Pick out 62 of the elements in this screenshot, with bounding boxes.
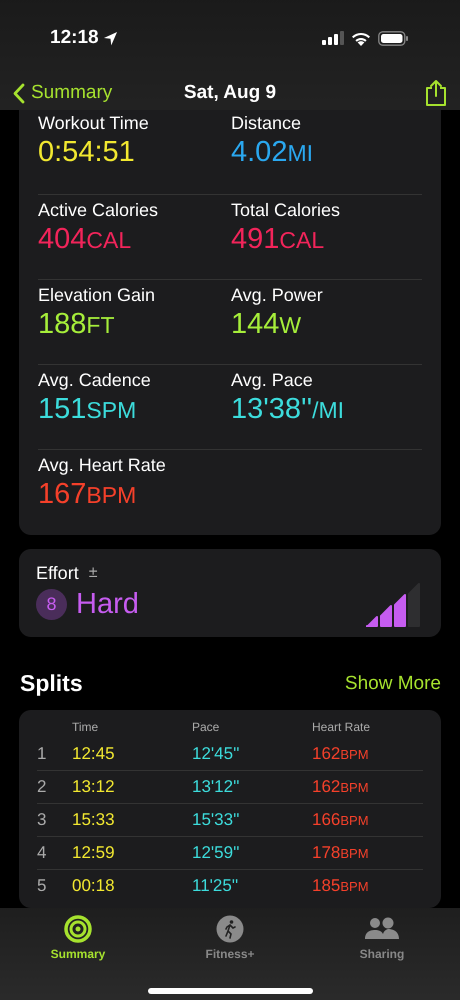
split-time: 12:59	[72, 842, 115, 863]
column-header: Heart Rate	[312, 720, 370, 734]
split-number: 3	[37, 810, 46, 830]
metric-value: 167BPM	[38, 478, 136, 511]
split-pace: 12'45''	[192, 744, 240, 764]
split-time: 12:45	[72, 744, 115, 764]
metric-value: 144W	[231, 308, 302, 341]
location-arrow-icon	[102, 30, 118, 46]
tab-item[interactable]: Fitness+	[172, 914, 288, 969]
metric-label: Avg. Cadence	[38, 370, 151, 391]
split-time: 00:18	[72, 876, 115, 896]
share-button[interactable]	[424, 79, 448, 107]
split-heart-rate: 178BPM	[312, 842, 369, 863]
page-title: Sat, Aug 9	[184, 82, 276, 103]
metric-label: Total Calories	[231, 200, 340, 221]
split-heart-rate: 162BPM	[312, 776, 369, 797]
column-header: Time	[72, 720, 98, 734]
split-time: 13:12	[72, 776, 115, 797]
status-time: 12:18	[50, 27, 118, 49]
plus-minus-icon: ±	[88, 564, 98, 582]
tab-item[interactable]: Sharing	[324, 914, 440, 969]
split-pace: 12'59''	[192, 842, 240, 863]
split-number: 4	[37, 842, 46, 863]
metric-value: 13'38''/MI	[231, 392, 344, 426]
split-heart-rate: 185BPM	[312, 876, 369, 896]
metric-value: 4.02MI	[231, 136, 314, 169]
split-number: 5	[37, 876, 46, 896]
split-heart-rate: 166BPM	[312, 810, 369, 830]
effort-score: 8	[36, 588, 67, 620]
metric-label: Active Calories	[38, 200, 158, 221]
metric-value: 188FT	[38, 308, 114, 341]
split-pace: 11'25''	[192, 876, 238, 896]
tab-item[interactable]: Summary	[20, 914, 136, 969]
metric-label: Avg. Power	[231, 284, 323, 306]
split-heart-rate: 162BPM	[312, 744, 369, 764]
effort-rating: Hard	[76, 588, 139, 621]
signal-icon	[322, 31, 344, 45]
share-icon	[424, 79, 448, 107]
split-pace: 13'12''	[192, 776, 240, 797]
split-number: 2	[37, 776, 46, 797]
split-pace: 15'33''	[192, 810, 240, 830]
chevron-left-icon	[12, 82, 25, 104]
metric-label: Avg. Heart Rate	[38, 454, 166, 476]
split-number: 1	[37, 744, 46, 764]
metric-value: 491CAL	[231, 222, 324, 256]
metric-value: 151SPM	[38, 392, 136, 426]
metric-label: Workout Time	[38, 112, 149, 134]
column-header: Pace	[192, 720, 220, 734]
section-title: Splits	[20, 670, 83, 698]
show-more-link[interactable]: Show More	[344, 672, 441, 695]
effort-label: Effort	[36, 562, 79, 584]
battery-icon	[378, 30, 408, 46]
metric-label: Distance	[231, 112, 302, 134]
metric-label: Elevation Gain	[38, 284, 156, 306]
metric-value: 404CAL	[38, 222, 132, 256]
back-button[interactable]: Summary	[12, 82, 112, 104]
metric-value: 0:54:51	[38, 136, 135, 169]
runner-icon	[216, 914, 244, 943]
metric-label: Avg. Pace	[231, 370, 313, 391]
split-time: 15:33	[72, 810, 115, 830]
wifi-icon	[351, 30, 371, 46]
activity-rings-icon	[64, 914, 92, 943]
